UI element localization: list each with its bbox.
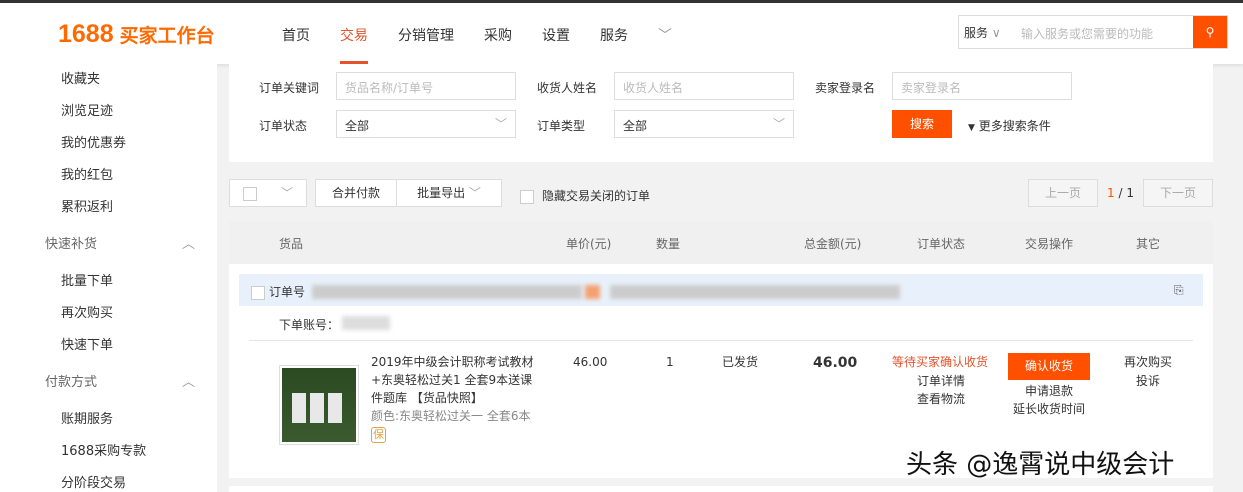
chevron-down-icon: ﹀ (468, 186, 481, 200)
col-price: 单价(元) (566, 237, 612, 251)
rebuy-link[interactable]: 再次购买 (1124, 353, 1172, 371)
sidebar-item[interactable]: 账期服务 (61, 408, 113, 427)
col-total: 总金额(元) (804, 237, 862, 251)
product-image[interactable] (279, 365, 359, 445)
sidebar-item[interactable]: 快速下单 (61, 334, 113, 353)
redacted-account (342, 316, 390, 330)
divider (249, 340, 1193, 341)
redacted-seller (610, 285, 900, 299)
sidebar-item[interactable]: 浏览足迹 (61, 100, 113, 119)
page-indicator: 1 / 1 (1107, 186, 1134, 200)
search-button[interactable]: ⚲ (1193, 16, 1227, 48)
hide-closed-checkbox[interactable]: 隐藏交易关闭的订单 (520, 187, 650, 204)
search-icon: ⚲ (1205, 25, 1215, 39)
redacted-order-no (312, 285, 582, 299)
sidebar-item[interactable]: 再次购买 (61, 302, 113, 321)
sidebar-group-payment[interactable]: 付款方式 ︿ (45, 371, 195, 390)
chevron-down-icon: ﹀ (280, 186, 293, 200)
watermark: 头条 @逸霄说中级会计 (906, 450, 1175, 480)
type-label: 订单类型 (537, 119, 586, 133)
search-scope-select[interactable]: 服务 ∨ (959, 16, 1017, 48)
keyword-label: 订单关键词 (259, 81, 320, 95)
unit-price: 46.00 (573, 355, 608, 369)
total-amount: 46.00 (813, 355, 858, 371)
chevron-up-icon: ︿ (181, 237, 195, 252)
search-input[interactable]: 输入服务或您需要的功能 (1017, 16, 1193, 48)
seller-input[interactable]: 卖家登录名 (892, 72, 1072, 100)
seller-label: 卖家登录名 (815, 81, 876, 95)
receiver-input[interactable]: 收货人姓名 (614, 72, 794, 100)
chevron-up-icon: ︿ (181, 375, 195, 390)
refund-link[interactable]: 申请退款 (1025, 382, 1073, 400)
nav-services[interactable]: 服务 (600, 25, 628, 64)
header: 1688 买家工作台 首页 交易 分销管理 采购 设置 服务 ﹀ 服务 ∨ 输入服… (0, 3, 1243, 64)
sidebar-item[interactable]: 累积返利 (61, 196, 113, 215)
col-goods: 货品 (279, 237, 304, 251)
sidebar-group-restock[interactable]: 快速补货 ︿ (45, 233, 195, 252)
sidebar-item[interactable]: 我的红包 (61, 164, 113, 183)
next-order-card (229, 486, 1213, 492)
type-select[interactable]: 全部 ﹀ (614, 110, 794, 138)
nav-settings[interactable]: 设置 (542, 25, 570, 64)
confirm-receipt-button[interactable]: 确认收货 (1008, 353, 1090, 380)
col-action: 交易操作 (1025, 237, 1074, 251)
order-detail-link[interactable]: 订单详情 (917, 372, 965, 390)
receiver-label: 收货人姓名 (537, 81, 598, 95)
order-checkbox[interactable]: 订单号 (251, 283, 305, 300)
col-other: 其它 (1136, 237, 1161, 251)
quantity: 1 (666, 355, 674, 369)
prev-page-button[interactable]: 上一页 (1028, 179, 1098, 207)
chevron-down-icon: ﹀ (772, 117, 785, 131)
snapshot-link[interactable]: 【货品快照】 (411, 391, 483, 405)
more-conditions-link[interactable]: ▼ 更多搜索条件 (968, 117, 1051, 134)
nav-trade[interactable]: 交易 (340, 25, 368, 64)
col-status: 订单状态 (917, 237, 966, 251)
sidebar-item[interactable]: 分阶段交易 (61, 472, 126, 491)
col-qty: 数量 (656, 237, 681, 251)
logistics-link[interactable]: 查看物流 (917, 390, 965, 408)
order-no-label: 订单号 (269, 285, 306, 299)
search-bar: 服务 ∨ 输入服务或您需要的功能 ⚲ (958, 15, 1228, 49)
sidebar-item[interactable]: 我的优惠券 (61, 132, 126, 151)
bookmark-icon[interactable]: ⎘ (1174, 283, 1184, 298)
merge-pay-button[interactable]: 合并付款 (315, 179, 397, 207)
nav-home[interactable]: 首页 (282, 25, 310, 64)
caret-down-icon: ▼ (968, 123, 975, 133)
nav-distribution[interactable]: 分销管理 (398, 25, 454, 64)
sidebar-item[interactable]: 收藏夹 (61, 68, 100, 87)
select-all-dropdown[interactable]: ﹀ (229, 179, 307, 207)
sidebar: 收藏夹 浏览足迹 我的优惠券 我的红包 累积返利 快速补货 ︿ 批量下单 再次购买… (0, 64, 217, 492)
keyword-input[interactable]: 货品名称/订单号 (336, 72, 516, 100)
next-page-button[interactable]: 下一页 (1143, 179, 1213, 207)
main-nav: 首页 交易 分销管理 采购 设置 服务 ﹀ (282, 25, 702, 64)
product-title[interactable]: 2019年中级会计职称考试教材+东奥轻松过关1 全套9本送课件题库 【货品快照】 (371, 353, 536, 407)
search-orders-button[interactable]: 搜索 (892, 110, 952, 138)
chevron-down-icon: ﹀ (494, 117, 507, 131)
extend-receipt-link[interactable]: 延长收货时间 (1013, 400, 1085, 418)
logo[interactable]: 1688 买家工作台 (58, 20, 215, 49)
sidebar-item[interactable]: 1688采购专款 (61, 440, 146, 459)
account-label: 下单账号： (279, 318, 340, 332)
guarantee-badge: 保 (371, 427, 386, 443)
redacted-mark (585, 285, 600, 299)
status-select[interactable]: 全部 ﹀ (336, 110, 516, 138)
chevron-down-icon[interactable]: ﹀ (658, 25, 672, 64)
status-label: 订单状态 (259, 119, 308, 133)
complain-link[interactable]: 投诉 (1136, 372, 1160, 390)
order-status: 等待买家确认收货 (892, 355, 989, 369)
batch-export-button[interactable]: 批量导出 ﹀ (396, 179, 502, 207)
nav-purchase[interactable]: 采购 (484, 25, 512, 64)
sidebar-item[interactable]: 批量下单 (61, 270, 113, 289)
product-spec: 颜色:东奥轻松过关一 全套6本 (371, 409, 531, 423)
ship-status: 已发货 (722, 355, 759, 369)
